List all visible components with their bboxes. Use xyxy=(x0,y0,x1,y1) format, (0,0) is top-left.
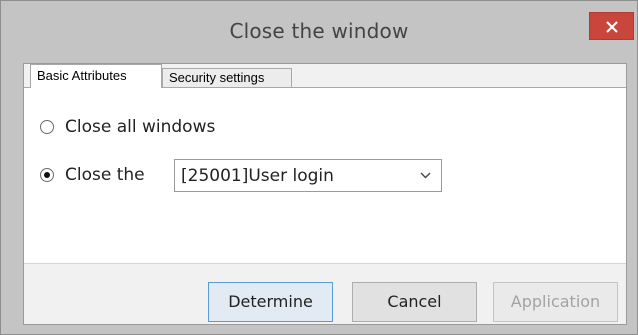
close-all-label: Close all windows xyxy=(65,117,216,137)
window-select[interactable]: [25001]User login xyxy=(174,159,442,192)
close-button[interactable] xyxy=(589,12,634,40)
close-icon xyxy=(605,21,618,33)
determine-button[interactable]: Determine xyxy=(208,282,333,322)
button-bar: Determine Cancel Application xyxy=(24,263,626,324)
cancel-button[interactable]: Cancel xyxy=(352,282,477,322)
window-select-value: [25001]User login xyxy=(181,166,334,186)
title-bar[interactable]: Close the window xyxy=(1,1,637,63)
tab-basic-attributes[interactable]: Basic Attributes xyxy=(30,64,162,88)
tab-strip: Basic Attributes Security settings xyxy=(24,64,626,88)
close-the-radio[interactable] xyxy=(40,168,54,182)
tab-panel: Close all windows Close the [25001]User … xyxy=(24,87,626,263)
dialog-content: Basic Attributes Security settings Close… xyxy=(23,63,627,325)
close-all-option[interactable]: Close all windows xyxy=(40,117,215,137)
close-the-option[interactable]: Close the xyxy=(40,165,145,185)
window-title: Close the window xyxy=(229,19,409,43)
close-the-label: Close the xyxy=(65,165,145,185)
tab-security-settings[interactable]: Security settings xyxy=(162,68,292,88)
chevron-down-icon xyxy=(420,172,431,179)
close-all-radio[interactable] xyxy=(40,120,54,134)
dialog-window: Close the window Basic Attributes Securi… xyxy=(0,0,638,335)
application-button[interactable]: Application xyxy=(493,282,618,322)
